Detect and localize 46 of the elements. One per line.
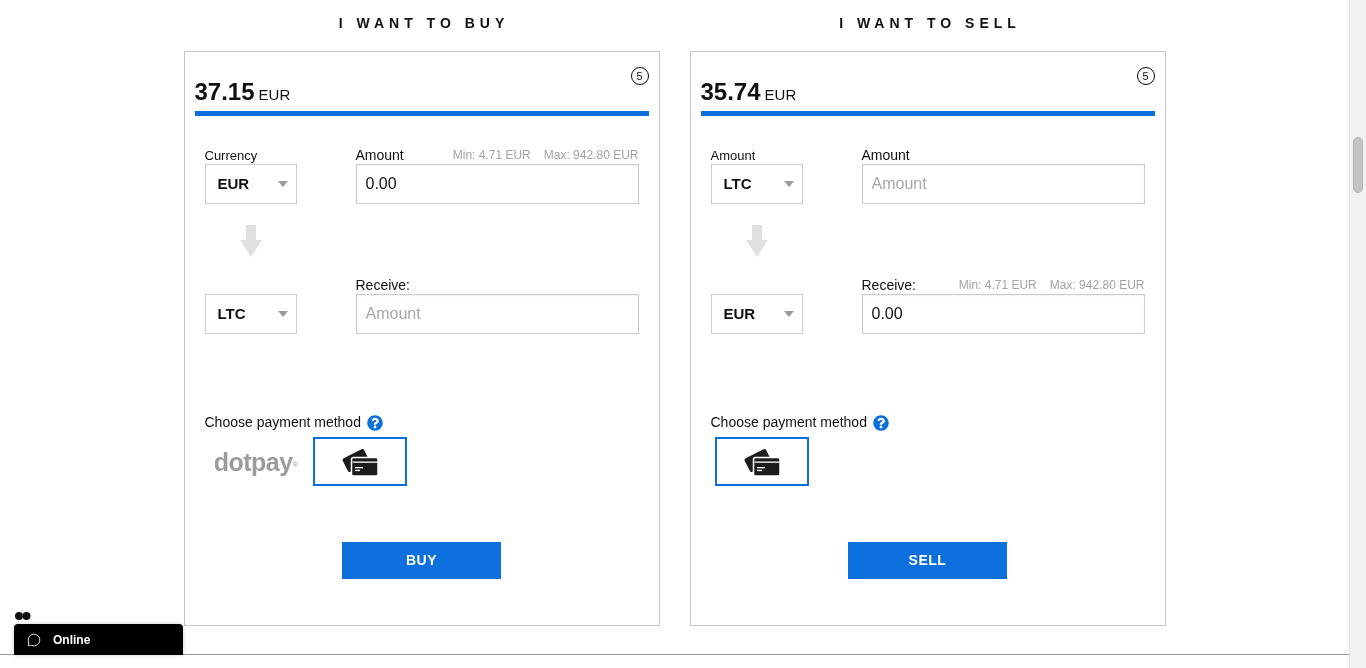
caret-icon: [783, 181, 794, 187]
help-icon[interactable]: [872, 414, 889, 431]
select-label: Amount: [710, 147, 756, 164]
dots-icon: [15, 612, 31, 620]
chat-bar[interactable]: Online: [14, 624, 183, 655]
limit-text: Max: 942.80 EUR: [1049, 278, 1145, 292]
currency-select[interactable]: EUR: [710, 294, 803, 334]
field-label: Receive:: [861, 277, 916, 294]
chat-status: Online: [53, 632, 91, 647]
field-label: Amount: [861, 147, 910, 164]
price-currency: EUR: [258, 86, 291, 104]
payment-label: Choose payment method: [204, 414, 361, 431]
caret-icon: [277, 311, 288, 317]
currency-select[interactable]: LTC: [710, 164, 803, 204]
caret-icon: [783, 311, 794, 317]
limit-text: Max: 942.80 EUR: [543, 148, 639, 162]
price-currency: EUR: [764, 86, 797, 104]
limit-text: Min: 4.71 EUR: [958, 278, 1037, 292]
sell-button[interactable]: SELL: [848, 542, 1007, 579]
select-label: Currency: [204, 147, 258, 164]
help-icon[interactable]: [366, 414, 383, 431]
buy-button[interactable]: BUY: [342, 542, 501, 579]
payment-option[interactable]: [714, 437, 809, 486]
field-label: Receive:: [355, 277, 410, 294]
limit-text: Min: 4.71 EUR: [452, 148, 531, 162]
price-amount: 35.74: [700, 78, 761, 106]
currency-select[interactable]: EUR: [204, 164, 297, 204]
amount-field[interactable]: Amount: [861, 164, 1145, 204]
down-arrow-icon: [745, 225, 768, 257]
receive-field[interactable]: Amount: [355, 294, 639, 334]
payment-label: Choose payment method: [710, 414, 867, 431]
payment-option[interactable]: [312, 437, 407, 486]
field-label: Amount: [355, 147, 404, 164]
panel-heading: I WANT TO SELL: [838, 15, 1021, 32]
price-amount: 37.15: [194, 78, 255, 106]
speech-bubble-icon: [27, 632, 41, 647]
receive-field[interactable]: 0.00: [861, 294, 1145, 334]
amount-field[interactable]: 0.00: [355, 164, 639, 204]
credit-cards-icon: [742, 446, 781, 477]
currency-select[interactable]: LTC: [204, 294, 297, 334]
scrollbar-thumb[interactable]: [1353, 137, 1363, 193]
credit-cards-icon: [340, 446, 379, 477]
caret-icon: [277, 181, 288, 187]
panel-heading: I WANT TO BUY: [337, 15, 510, 32]
scrollbar[interactable]: [1349, 0, 1366, 668]
down-arrow-icon: [239, 225, 262, 257]
